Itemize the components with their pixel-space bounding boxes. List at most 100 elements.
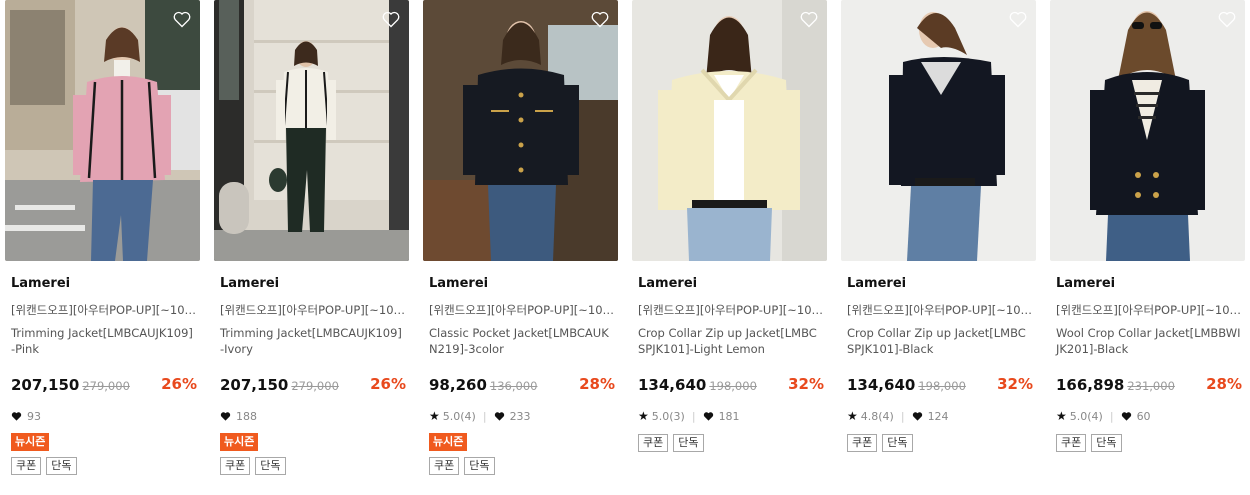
like-count: 233	[509, 409, 531, 423]
original-price: 279,000	[291, 379, 339, 393]
tag-list: 쿠폰 단독	[429, 457, 495, 475]
discount-rate: 28%	[1206, 375, 1242, 393]
tag-list: 쿠폰 단독	[638, 434, 704, 452]
divider: |	[900, 409, 905, 423]
product-name[interactable]: Trimming Jacket[LMBCAUJK109]-Ivory	[220, 325, 406, 357]
promo-text[interactable]: [위캔드오프][아우터POP-UP][~10/2...	[847, 302, 1033, 318]
product-name[interactable]: Wool Crop Collar Jacket[LMBBWIJK201]-Bla…	[1056, 325, 1242, 357]
promo-text[interactable]: [위캔드오프][아우터POP-UP][~10/2...	[1056, 302, 1242, 318]
product-image[interactable]	[632, 0, 827, 261]
exclusive-tag: 단독	[882, 434, 913, 452]
tag-list: 쿠폰 단독	[220, 457, 286, 475]
coupon-tag: 쿠폰	[1056, 434, 1087, 452]
heart-outline-icon[interactable]	[799, 9, 819, 29]
coupon-tag: 쿠폰	[847, 434, 878, 452]
coupon-tag: 쿠폰	[220, 457, 251, 475]
product-name[interactable]: Crop Collar Zip up Jacket[LMBCSPJK101]-L…	[638, 325, 824, 357]
like-count: 93	[27, 409, 41, 423]
product-name[interactable]: Crop Collar Zip up Jacket[LMBCSPJK101]-B…	[847, 325, 1033, 357]
tag-list: 쿠폰 단독	[847, 434, 913, 452]
discount-rate: 26%	[370, 375, 406, 393]
product-meta: ★ 5.0(3) | 181	[638, 408, 740, 424]
sale-price: 166,898	[1056, 376, 1125, 394]
sale-price: 207,150	[11, 376, 80, 394]
exclusive-tag: 단독	[673, 434, 704, 452]
heart-outline-icon[interactable]	[172, 9, 192, 29]
coupon-tag: 쿠폰	[638, 434, 669, 452]
product-image[interactable]	[5, 0, 200, 261]
product-image[interactable]	[214, 0, 409, 261]
tag-list: 쿠폰 단독	[11, 457, 77, 475]
star-icon: ★	[1056, 409, 1067, 423]
price-row: 207,150 279,000 26%	[11, 375, 197, 395]
product-meta: 93	[11, 408, 41, 424]
rating: 4.8(4)	[860, 409, 894, 423]
product-meta: ★ 5.0(4) | 233	[429, 408, 531, 424]
product-meta: 188	[220, 408, 257, 424]
discount-rate: 28%	[579, 375, 615, 393]
new-season-badge: 뉴시즌	[220, 433, 259, 451]
like-count: 181	[718, 409, 740, 423]
brand-name[interactable]: Lamerei	[429, 276, 488, 291]
price-row: 98,260 136,000 28%	[429, 375, 615, 395]
coupon-tag: 쿠폰	[429, 457, 460, 475]
product-name[interactable]: Trimming Jacket[LMBCAUJK109]-Pink	[11, 325, 197, 357]
product-card[interactable]: Lamerei [위캔드오프][아우터POP-UP][~10/2... Trim…	[5, 0, 200, 495]
promo-text[interactable]: [위캔드오프][아우터POP-UP][~10/2...	[429, 302, 615, 318]
brand-name[interactable]: Lamerei	[220, 276, 279, 291]
like-count: 188	[236, 409, 257, 423]
heart-icon	[494, 411, 504, 421]
product-card[interactable]: Lamerei [위캔드오프][아우터POP-UP][~10/2... Crop…	[841, 0, 1036, 495]
promo-text[interactable]: [위캔드오프][아우터POP-UP][~10/2...	[220, 302, 406, 318]
price-row: 166,898 231,000 28%	[1056, 375, 1242, 395]
promo-text[interactable]: [위캔드오프][아우터POP-UP][~10/2...	[638, 302, 824, 318]
heart-icon	[703, 411, 713, 421]
brand-name[interactable]: Lamerei	[638, 276, 697, 291]
sale-price: 134,640	[638, 376, 707, 394]
exclusive-tag: 단독	[464, 457, 495, 475]
exclusive-tag: 단독	[46, 457, 77, 475]
divider: |	[1109, 409, 1114, 423]
product-image[interactable]	[423, 0, 618, 261]
product-image[interactable]	[841, 0, 1036, 261]
brand-name[interactable]: Lamerei	[1056, 276, 1115, 291]
rating: 5.0(3)	[651, 409, 685, 423]
divider: |	[691, 409, 696, 423]
product-card[interactable]: Lamerei [위캔드오프][아우터POP-UP][~10/2... Wool…	[1050, 0, 1245, 495]
brand-name[interactable]: Lamerei	[11, 276, 70, 291]
promo-text[interactable]: [위캔드오프][아우터POP-UP][~10/2...	[11, 302, 197, 318]
heart-icon	[912, 411, 922, 421]
product-card[interactable]: Lamerei [위캔드오프][아우터POP-UP][~10/2... Clas…	[423, 0, 618, 495]
product-meta: ★ 4.8(4) | 124	[847, 408, 949, 424]
heart-outline-icon[interactable]	[381, 9, 401, 29]
product-meta: ★ 5.0(4) | 60	[1056, 408, 1151, 424]
heart-icon	[11, 411, 22, 421]
like-count: 60	[1136, 409, 1151, 423]
discount-rate: 32%	[788, 375, 824, 393]
rating: 5.0(4)	[442, 409, 476, 423]
exclusive-tag: 단독	[255, 457, 286, 475]
product-name[interactable]: Classic Pocket Jacket[LMBCAUKN219]-3colo…	[429, 325, 615, 357]
product-card[interactable]: Lamerei [위캔드오프][아우터POP-UP][~10/2... Crop…	[632, 0, 827, 495]
star-icon: ★	[638, 409, 649, 423]
sale-price: 98,260	[429, 376, 487, 394]
exclusive-tag: 단독	[1091, 434, 1122, 452]
coupon-tag: 쿠폰	[11, 457, 42, 475]
product-card[interactable]: Lamerei [위캔드오프][아우터POP-UP][~10/2... Trim…	[214, 0, 409, 495]
brand-name[interactable]: Lamerei	[847, 276, 906, 291]
sale-price: 134,640	[847, 376, 916, 394]
price-row: 134,640 198,000 32%	[847, 375, 1033, 395]
heart-outline-icon[interactable]	[1217, 9, 1237, 29]
original-price: 136,000	[489, 379, 538, 393]
heart-outline-icon[interactable]	[590, 9, 610, 29]
price-row: 207,150 279,000 26%	[220, 375, 406, 395]
product-image[interactable]	[1050, 0, 1245, 261]
original-price: 231,000	[1127, 379, 1175, 393]
star-icon: ★	[847, 409, 858, 423]
like-count: 124	[927, 409, 949, 423]
new-season-badge: 뉴시즌	[11, 433, 50, 451]
divider: |	[482, 409, 487, 423]
heart-icon	[1121, 411, 1131, 421]
heart-outline-icon[interactable]	[1008, 9, 1028, 29]
discount-rate: 26%	[161, 375, 197, 393]
